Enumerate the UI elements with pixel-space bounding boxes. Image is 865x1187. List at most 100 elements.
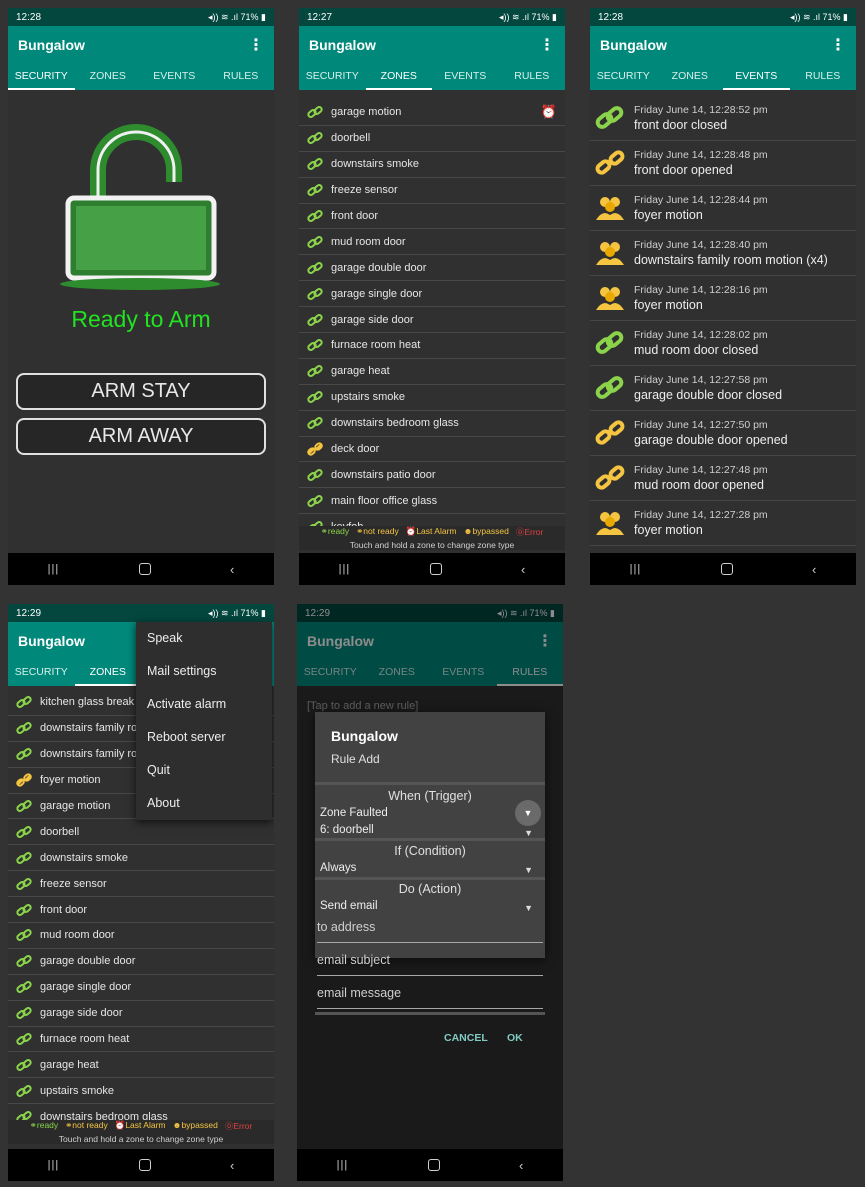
zone-row[interactable]: front door (8, 897, 274, 924)
zone-row[interactable]: garage heat (299, 359, 565, 385)
event-row[interactable]: Friday June 14, 12:27:58 pm garage double… (590, 366, 856, 411)
event-row[interactable]: Friday June 14, 12:27:50 pm garage double… (590, 411, 856, 456)
to-address-input[interactable]: to address (317, 920, 543, 943)
home-icon[interactable] (427, 1159, 440, 1171)
overflow-menu-icon[interactable]: ⋮ (539, 35, 555, 55)
zone-row[interactable]: doorbell (8, 819, 274, 846)
arm-stay-button[interactable]: ARM STAY (16, 373, 266, 410)
action-select-value[interactable]: Send email (320, 900, 378, 912)
zone-row[interactable]: mud room door (8, 923, 274, 949)
menu-item-about[interactable]: About (136, 787, 272, 820)
tab-zones[interactable]: ZONES (365, 64, 432, 90)
action-dropdown-icon[interactable]: ▼ (524, 903, 533, 913)
recents-icon[interactable]: ||| (337, 1159, 349, 1171)
link-icon (307, 313, 323, 327)
recents-icon[interactable]: ||| (48, 1159, 60, 1171)
menu-item-speak[interactable]: Speak (136, 622, 272, 655)
tab-security[interactable]: SECURITY (8, 64, 75, 90)
tab-zones[interactable]: ZONES (75, 64, 142, 90)
zone-row[interactable]: upstairs smoke (299, 385, 565, 411)
trigger-dropdown-icon[interactable]: ▼ (515, 800, 541, 826)
tab-zones[interactable]: ZONES (657, 64, 724, 90)
trigger-zone-select-value[interactable]: 6: doorbell (320, 824, 374, 836)
tab-zones[interactable]: ZONES (74, 660, 141, 686)
recents-icon[interactable]: ||| (48, 563, 60, 575)
back-icon[interactable]: ‹ (230, 562, 234, 577)
event-row[interactable]: Friday June 14, 12:28:48 pm front door op… (590, 141, 856, 186)
zone-name: main floor office glass (331, 494, 438, 507)
email-subject-input[interactable]: email subject (317, 953, 543, 976)
overflow-menu-icon[interactable]: ⋮ (248, 35, 264, 55)
zone-row[interactable]: downstairs smoke (8, 845, 274, 872)
recents-icon[interactable]: ||| (339, 563, 351, 575)
link-icon (16, 851, 32, 865)
zone-row[interactable]: garage single door (8, 975, 274, 1001)
cancel-button[interactable]: CANCEL (444, 1032, 488, 1044)
link-icon (16, 695, 32, 709)
arm-away-button[interactable]: ARM AWAY (16, 418, 266, 455)
zone-row[interactable]: main floor office glass (299, 488, 565, 515)
back-icon[interactable]: ‹ (230, 1158, 234, 1173)
phone-rules-dialog-screen: 12:29 ◂)) ≋ .ıl 71% ▮ Bungalow ⋮ SECURIT… (297, 604, 563, 1181)
zone-row[interactable]: garage double door (8, 949, 274, 975)
overflow-menu-icon[interactable]: ⋮ (830, 35, 846, 55)
zone-row[interactable]: front door (299, 204, 565, 230)
menu-item-mail-settings[interactable]: Mail settings (136, 655, 272, 688)
event-row[interactable]: Friday June 14, 12:28:52 pm front door cl… (590, 96, 856, 141)
event-row[interactable]: Friday June 14, 12:28:16 pm foyer motion (590, 276, 856, 321)
zone-row[interactable]: downstairs smoke (299, 152, 565, 178)
zone-row[interactable]: downstairs patio door (299, 462, 565, 489)
back-icon[interactable]: ‹ (521, 562, 525, 577)
menu-item-quit[interactable]: Quit (136, 754, 272, 787)
tab-rules[interactable]: RULES (790, 64, 857, 90)
home-icon[interactable] (138, 563, 151, 575)
link-icon (307, 235, 323, 249)
menu-item-reboot-server[interactable]: Reboot server (136, 721, 272, 754)
tab-security[interactable]: SECURITY (590, 64, 657, 90)
tab-events[interactable]: EVENTS (723, 64, 790, 90)
event-row[interactable]: Friday June 14, 12:27:48 pm mud room door… (590, 456, 856, 501)
home-icon[interactable] (429, 563, 442, 575)
zone-row[interactable]: freeze sensor (299, 178, 565, 204)
zone-row[interactable]: furnace room heat (8, 1027, 274, 1053)
zone-name: downstairs smoke (331, 158, 420, 171)
zone-name: doorbell (40, 825, 80, 838)
event-row[interactable]: Friday June 14, 12:27:28 pm foyer motion (590, 501, 856, 546)
event-row[interactable]: Friday June 14, 12:28:40 pm downstairs fa… (590, 231, 856, 276)
back-icon[interactable]: ‹ (812, 562, 816, 577)
condition-select-value[interactable]: Always (320, 862, 356, 874)
zone-row[interactable]: downstairs bedroom glass (299, 411, 565, 437)
zone-row[interactable]: garage single door (299, 281, 565, 308)
zone-row[interactable]: upstairs smoke (8, 1078, 274, 1105)
trigger-select-value[interactable]: Zone Faulted (320, 807, 388, 819)
tab-rules[interactable]: RULES (499, 64, 566, 90)
link-icon (16, 1006, 32, 1020)
tab-rules[interactable]: RULES (208, 64, 275, 90)
back-icon[interactable]: ‹ (519, 1158, 523, 1173)
zone-row[interactable]: doorbell (299, 126, 565, 152)
tab-security[interactable]: SECURITY (299, 64, 366, 90)
tab-events[interactable]: EVENTS (141, 64, 208, 90)
link-icon (307, 287, 323, 301)
tab-security[interactable]: SECURITY (8, 660, 75, 686)
zone-row[interactable]: deck door (299, 437, 565, 463)
zone-row[interactable]: garage double door (299, 255, 565, 282)
zone-row[interactable]: furnace room heat (299, 333, 565, 359)
recents-icon[interactable]: ||| (630, 563, 642, 575)
ok-button[interactable]: OK (507, 1032, 523, 1044)
home-icon[interactable] (138, 1159, 151, 1171)
event-row[interactable]: Friday June 14, 12:28:02 pm mud room door… (590, 321, 856, 366)
zone-dropdown-icon[interactable]: ▼ (524, 828, 533, 838)
condition-dropdown-icon[interactable]: ▼ (524, 865, 533, 875)
email-message-input[interactable]: email message (317, 986, 543, 1009)
zone-row[interactable]: garage heat (8, 1052, 274, 1079)
zone-row[interactable]: garage side door (299, 307, 565, 334)
zone-row[interactable]: garage motion ⏰ (299, 100, 565, 126)
home-icon[interactable] (720, 563, 733, 575)
zone-row[interactable]: mud room door (299, 229, 565, 256)
zone-row[interactable]: freeze sensor (8, 871, 274, 898)
zone-row[interactable]: garage side door (8, 1001, 274, 1027)
event-row[interactable]: Friday June 14, 12:28:44 pm foyer motion (590, 186, 856, 231)
tab-events[interactable]: EVENTS (432, 64, 499, 90)
menu-item-activate-alarm[interactable]: Activate alarm (136, 688, 272, 721)
